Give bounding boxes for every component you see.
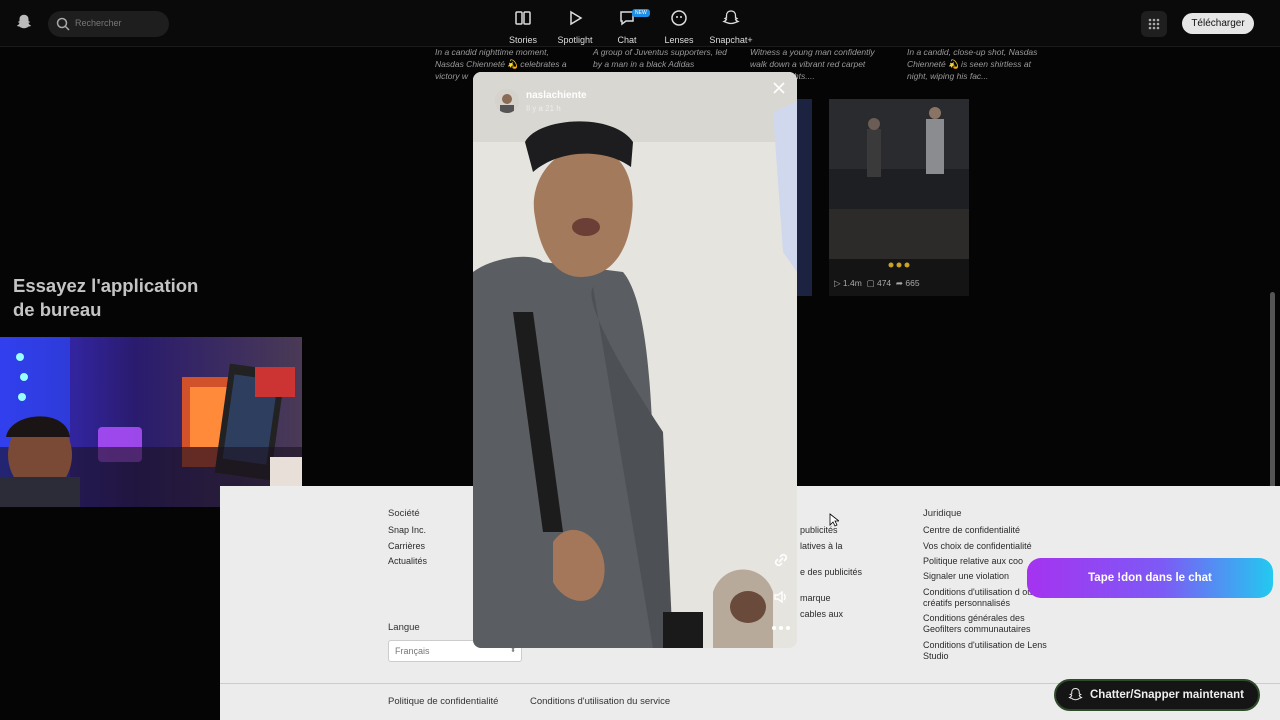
stories-icon	[515, 11, 531, 25]
views-count: 1.4m	[842, 278, 862, 288]
footer-link[interactable]: Vos choix de confidentialité	[923, 541, 1053, 552]
feed-card-partial[interactable]	[797, 99, 812, 296]
footer-heading-juridique: Juridique	[923, 508, 962, 519]
share-icon: ➦	[895, 278, 904, 288]
mouse-cursor-icon	[829, 513, 839, 527]
ghost-plus-icon	[722, 10, 740, 25]
story-avatar[interactable]	[495, 89, 519, 113]
download-button[interactable]: Télécharger	[1182, 13, 1254, 34]
nav-lenses[interactable]: Lenses	[649, 8, 709, 45]
webcam-feed	[0, 337, 302, 507]
snapchat-ghost-icon[interactable]	[15, 13, 33, 31]
story-username[interactable]: naslachiente	[526, 90, 587, 101]
footer-link[interactable]: publicités	[800, 525, 930, 536]
terms-link[interactable]: Conditions d'utilisation du service	[530, 696, 670, 707]
search-input[interactable]: Rechercher	[48, 11, 169, 37]
nav-label: Stories	[508, 35, 537, 45]
top-bar: Rechercher Stories Spotlight NEW Chat Le…	[0, 0, 1280, 47]
donation-banner: Tape !don dans le chat	[1027, 558, 1273, 598]
nav-label: Chat	[617, 35, 637, 45]
grid-icon	[1148, 18, 1160, 30]
snapchat-ghost-icon	[1068, 688, 1083, 701]
feed-card[interactable]	[829, 99, 969, 296]
footer-link[interactable]: cables aux	[800, 609, 930, 620]
comment-icon: ▢	[866, 278, 875, 288]
comments-count: 474	[876, 278, 892, 288]
story-viewer[interactable]	[473, 72, 797, 648]
footer-heading-societe: Société	[388, 508, 420, 519]
views-icon: ▷	[834, 278, 841, 288]
volume-icon[interactable]	[772, 588, 790, 606]
footer-link[interactable]: Centre de confidentialité	[923, 525, 1053, 536]
footer-link[interactable]: e des publicités	[800, 567, 930, 578]
lens-icon	[671, 10, 687, 26]
nav-label: Snapchat+	[709, 35, 753, 45]
footer-link[interactable]: Conditions d'utilisation de Lens Studio	[923, 640, 1053, 662]
language-value: Français	[395, 646, 430, 656]
nav-stories[interactable]: Stories	[493, 8, 553, 45]
nav-label: Lenses	[664, 35, 694, 45]
shares-count: 665	[905, 278, 920, 288]
more-options-icon[interactable]	[771, 624, 791, 632]
avatar-image	[495, 89, 519, 113]
play-icon	[570, 10, 583, 26]
chat-snap-now-button[interactable]: Chatter/Snapper maintenant	[1054, 679, 1260, 711]
search-icon	[56, 17, 70, 31]
close-icon[interactable]	[771, 80, 787, 96]
feed-caption[interactable]: A group of Juventus supporters, led by a…	[593, 46, 733, 70]
feed-thumbnail	[829, 99, 969, 296]
nav-spotlight[interactable]: Spotlight	[545, 8, 605, 45]
chat-snap-now-label: Chatter/Snapper maintenant	[1090, 689, 1244, 701]
nav-label: Spotlight	[557, 35, 593, 45]
new-badge: NEW	[632, 9, 650, 17]
footer-link[interactable]: Conditions générales des Geofilters comm…	[923, 613, 1053, 635]
feed-caption[interactable]: In a candid, close-up shot, Nasdas Chien…	[907, 46, 1047, 82]
language-label: Langue	[388, 622, 420, 633]
story-timestamp: Il y a 21 h	[526, 104, 561, 113]
story-video	[473, 72, 797, 648]
privacy-policy-link[interactable]: Politique de confidentialité	[388, 696, 498, 707]
nav-chat[interactable]: NEW Chat	[597, 8, 657, 45]
apps-grid-button[interactable]	[1141, 11, 1167, 37]
link-icon[interactable]	[771, 550, 791, 570]
search-placeholder: Rechercher	[75, 18, 122, 28]
card-stats: ▷ 1.4m ▢ 474 ➦ 665	[834, 278, 920, 289]
nav-snapchat-plus[interactable]: Snapchat+	[701, 8, 761, 45]
footer-link[interactable]: marque	[800, 593, 930, 604]
streamer-webcam	[0, 337, 302, 507]
desktop-app-promo[interactable]: Essayez l'application de bureau	[13, 274, 213, 322]
footer-link[interactable]: latives à la	[800, 541, 930, 552]
